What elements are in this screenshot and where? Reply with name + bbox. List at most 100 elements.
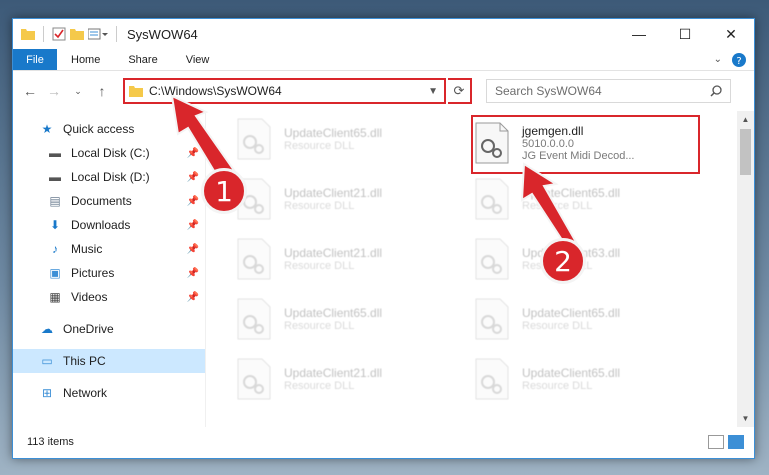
toolbar-divider bbox=[43, 26, 44, 42]
sidebar-item-downloads[interactable]: ⬇ Downloads 📌 bbox=[13, 213, 205, 237]
download-icon: ⬇ bbox=[49, 218, 61, 232]
dll-file-icon bbox=[236, 298, 272, 340]
network-icon: ⊞ bbox=[41, 386, 53, 400]
quick-access-toolbar bbox=[21, 26, 121, 42]
expand-ribbon-icon[interactable]: ⌄ bbox=[714, 54, 722, 65]
file-name: UpdateClient21.dll bbox=[284, 246, 383, 260]
sidebar-item-label: Quick access bbox=[63, 122, 135, 136]
pin-icon: 📌 bbox=[186, 267, 199, 279]
pin-icon: 📌 bbox=[186, 219, 199, 231]
file-item[interactable]: UpdateClient65.dll Resource DLL bbox=[236, 291, 466, 347]
vertical-scrollbar[interactable]: ▲ ▼ bbox=[737, 111, 754, 427]
dll-file-icon bbox=[474, 238, 510, 280]
up-arrow-icon[interactable]: ↑ bbox=[91, 80, 113, 102]
file-item[interactable]: UpdateClient65.dll Resource DLL bbox=[474, 351, 704, 407]
file-type: Resource DLL bbox=[284, 320, 355, 332]
sidebar-item-local-disk-d[interactable]: ▬ Local Disk (D:) 📌 bbox=[13, 165, 205, 189]
sidebar-item-label: Local Disk (D:) bbox=[71, 170, 150, 184]
sidebar-item-videos[interactable]: ▦ Videos 📌 bbox=[13, 285, 205, 309]
file-type: Resource DLL bbox=[284, 200, 355, 212]
dll-file-icon bbox=[236, 358, 272, 400]
scroll-down-icon[interactable]: ▼ bbox=[737, 410, 754, 427]
scrollbar-thumb[interactable] bbox=[740, 129, 751, 175]
file-type: Resource DLL bbox=[284, 140, 355, 152]
scroll-up-icon[interactable]: ▲ bbox=[737, 111, 754, 128]
sidebar-item-onedrive[interactable]: ☁ OneDrive bbox=[13, 317, 205, 341]
sidebar-item-label: Local Disk (C:) bbox=[71, 146, 150, 160]
file-name: UpdateClient65.dll bbox=[522, 306, 621, 320]
search-placeholder: Search SysWOW64 bbox=[495, 84, 602, 98]
forward-arrow-icon[interactable]: → bbox=[43, 80, 65, 102]
close-button[interactable]: ✕ bbox=[708, 19, 754, 49]
pin-icon: 📌 bbox=[186, 147, 199, 159]
computer-icon: ▭ bbox=[41, 354, 53, 368]
file-item[interactable]: UpdateClient21.dll Resource DLL bbox=[236, 171, 466, 227]
maximize-button[interactable]: ☐ bbox=[662, 19, 708, 49]
dll-file-icon bbox=[474, 298, 510, 340]
file-item[interactable]: UpdateClient21.dll Resource DLL bbox=[236, 231, 466, 287]
tab-share[interactable]: Share bbox=[114, 49, 171, 70]
navigation-bar: ← → ⌄ ↑ C:\Windows\SysWOW64 ▼ ⟳ Search S… bbox=[13, 71, 754, 111]
pictures-icon: ▣ bbox=[49, 266, 61, 280]
file-item[interactable]: UpdateClient65.dll Resource DLL bbox=[474, 291, 704, 347]
drive-icon: ▬ bbox=[49, 146, 61, 160]
file-item[interactable]: UpdateClient21.dll Resource DLL bbox=[236, 351, 466, 407]
sidebar-item-label: OneDrive bbox=[63, 322, 114, 336]
tab-home[interactable]: Home bbox=[57, 49, 114, 70]
sidebar-item-music[interactable]: ♪ Music 📌 bbox=[13, 237, 205, 261]
recent-locations-icon[interactable]: ⌄ bbox=[67, 80, 89, 102]
address-dropdown-icon[interactable]: ▼ bbox=[428, 86, 438, 97]
address-bar[interactable]: C:\Windows\SysWOW64 ▼ bbox=[123, 78, 446, 104]
svg-text:?: ? bbox=[736, 56, 741, 67]
tab-view[interactable]: View bbox=[172, 49, 224, 70]
refresh-button[interactable]: ⟳ bbox=[448, 78, 472, 104]
music-icon: ♪ bbox=[52, 242, 58, 256]
file-item[interactable]: UpdateClient63.dllResource DLL bbox=[474, 231, 704, 287]
toolbar-divider bbox=[116, 26, 117, 42]
highlight-box bbox=[471, 115, 700, 174]
view-toggle bbox=[708, 435, 744, 449]
sidebar-item-quick-access[interactable]: ★ Quick access bbox=[13, 117, 205, 141]
properties-icon[interactable] bbox=[52, 27, 66, 41]
help-icon[interactable]: ? bbox=[732, 52, 746, 67]
cloud-icon: ☁ bbox=[41, 322, 53, 336]
dll-file-icon bbox=[474, 358, 510, 400]
dll-file-icon bbox=[474, 178, 510, 220]
pin-icon: 📌 bbox=[186, 243, 199, 255]
large-icons-view-icon[interactable] bbox=[728, 435, 744, 449]
sidebar-item-label: This PC bbox=[63, 354, 106, 368]
sidebar-item-label: Downloads bbox=[71, 218, 131, 232]
folder-icon bbox=[129, 86, 143, 97]
sidebar-item-local-disk-c[interactable]: ▬ Local Disk (C:) 📌 bbox=[13, 141, 205, 165]
ribbon-tabs: File Home Share View ⌄ ? bbox=[13, 49, 754, 71]
file-name: UpdateClient65.dll bbox=[522, 186, 621, 200]
file-type: Resource DLL bbox=[284, 260, 355, 272]
new-folder-icon[interactable] bbox=[70, 28, 84, 40]
sidebar-item-this-pc[interactable]: ▭ This PC bbox=[13, 349, 205, 373]
sidebar-item-pictures[interactable]: ▣ Pictures 📌 bbox=[13, 261, 205, 285]
file-item[interactable]: UpdateClient65.dll Resource DLL bbox=[236, 111, 466, 167]
details-view-icon[interactable] bbox=[708, 435, 724, 449]
file-type: Resource DLL bbox=[522, 380, 593, 392]
sidebar-item-documents[interactable]: ▤ Documents 📌 bbox=[13, 189, 205, 213]
tab-file[interactable]: File bbox=[13, 49, 57, 70]
videos-icon: ▦ bbox=[49, 290, 61, 304]
sidebar-item-label: Videos bbox=[71, 290, 108, 304]
sidebar-item-label: Documents bbox=[71, 194, 132, 208]
search-input[interactable]: Search SysWOW64 bbox=[486, 79, 731, 103]
minimize-button[interactable]: — bbox=[616, 19, 662, 49]
customize-toolbar-icon[interactable] bbox=[88, 28, 108, 40]
dll-file-icon bbox=[236, 238, 272, 280]
file-name: UpdateClient65.dll bbox=[522, 366, 621, 380]
window-controls: — ☐ ✕ bbox=[616, 19, 754, 49]
sidebar-item-label: Pictures bbox=[71, 266, 115, 280]
pin-icon: 📌 bbox=[186, 171, 199, 183]
back-arrow-icon[interactable]: ← bbox=[19, 80, 41, 102]
file-name: UpdateClient21.dll bbox=[284, 186, 383, 200]
file-item[interactable]: UpdateClient65.dll Resource DLL bbox=[474, 171, 704, 227]
sidebar-item-network[interactable]: ⊞ Network bbox=[13, 381, 205, 405]
step-badge-2: 2 bbox=[540, 238, 586, 284]
file-name: UpdateClient65.dll bbox=[284, 126, 383, 140]
address-path: C:\Windows\SysWOW64 bbox=[149, 84, 282, 98]
sidebar-item-label: Network bbox=[63, 386, 108, 400]
